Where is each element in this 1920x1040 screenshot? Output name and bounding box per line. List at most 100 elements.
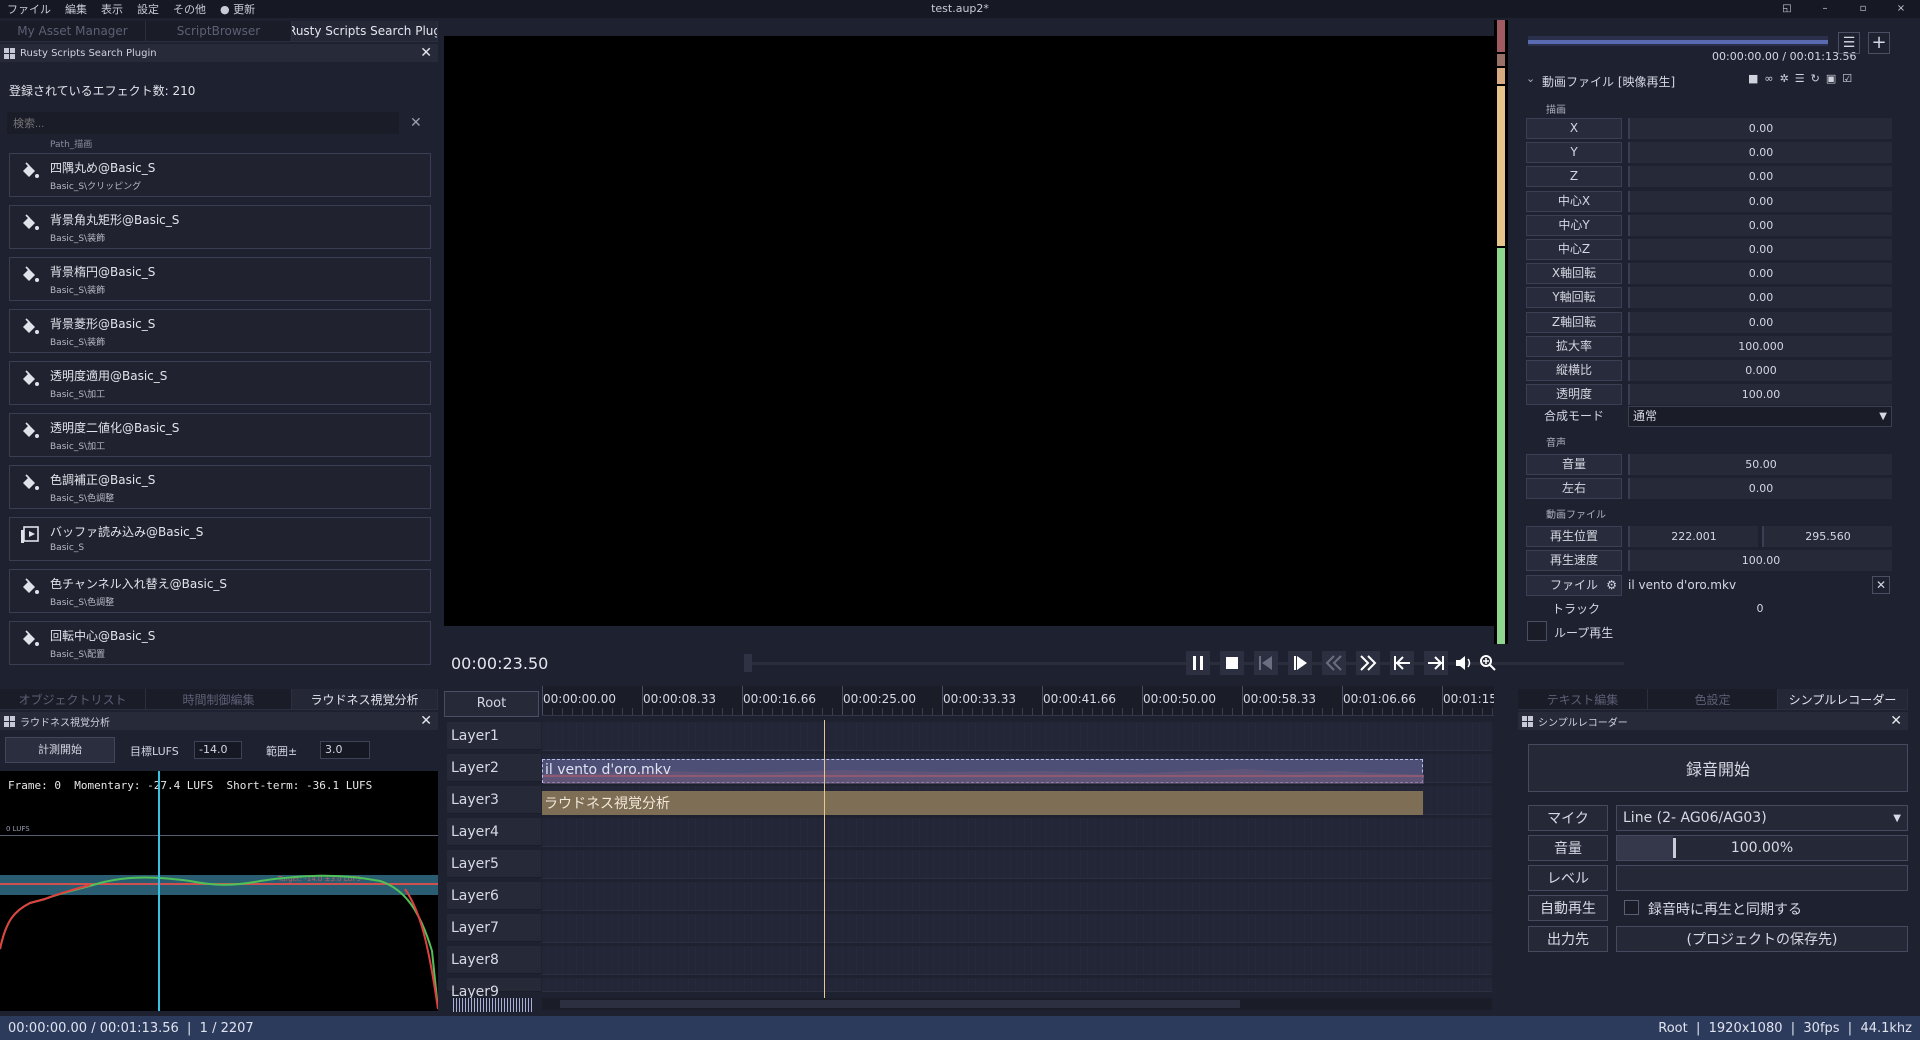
effect-item[interactable]: 透明度適用@Basic_S Basic_S\加工 xyxy=(9,361,431,405)
effect-item[interactable]: 四隅丸め@Basic_S Basic_S\クリッピング xyxy=(9,153,431,197)
link-icon[interactable]: ∞ xyxy=(1764,72,1773,85)
checkbox-icon[interactable]: ☑ xyxy=(1842,72,1852,85)
prop-value[interactable]: 0.00 xyxy=(1628,118,1892,139)
next-frame-icon[interactable] xyxy=(1288,651,1312,675)
prop-value[interactable]: 0.000 xyxy=(1628,360,1892,381)
time-ruler[interactable]: 00:00:00.00 00:00:08.33 00:00:16.66 00:00:2… xyxy=(542,686,1494,716)
close-icon[interactable]: ✕ xyxy=(1890,712,1902,730)
menu-settings[interactable]: 設定 xyxy=(130,1,166,17)
play-position-end[interactable]: 295.560 xyxy=(1762,526,1892,547)
volume-handle[interactable] xyxy=(1673,838,1676,858)
layer-track[interactable] xyxy=(542,914,1492,943)
prop-value[interactable]: 0.00 xyxy=(1628,263,1892,285)
layer-header[interactable]: Layer1 xyxy=(447,722,541,750)
root-button[interactable]: Root xyxy=(444,691,539,717)
tab-loudness[interactable]: ラウドネス視覚分析 xyxy=(292,689,438,709)
layer-track[interactable] xyxy=(542,978,1492,992)
close-icon[interactable]: ✕ xyxy=(420,44,432,62)
layer-track[interactable] xyxy=(542,850,1492,879)
prop-value[interactable]: 50.00 xyxy=(1628,454,1892,475)
mic-select[interactable]: Line (2- AG06/AG03) ▼ xyxy=(1616,805,1908,831)
effect-item[interactable]: 背景角丸矩形@Basic_S Basic_S\装飾 xyxy=(9,205,431,249)
loop-checkbox[interactable] xyxy=(1527,621,1547,641)
effect-item[interactable]: 色調補正@Basic_S Basic_S\色調整 xyxy=(9,465,431,509)
tab-rusty-scripts[interactable]: Rusty Scripts Search Plug xyxy=(292,21,438,41)
add-icon[interactable]: + xyxy=(1868,32,1890,54)
layout-icon[interactable]: ◱ xyxy=(1768,0,1806,18)
layer-header[interactable]: Layer9 xyxy=(447,978,541,1000)
camera-icon[interactable]: ■ xyxy=(1748,72,1758,85)
prop-value[interactable]: 0.00 xyxy=(1628,142,1892,164)
layer-header[interactable]: Layer7 xyxy=(447,914,541,942)
minimize-icon[interactable]: – xyxy=(1806,0,1844,18)
prop-value[interactable]: 0.00 xyxy=(1628,190,1892,212)
target-lufs-input[interactable]: -14.0 xyxy=(194,741,242,759)
layer-header[interactable]: Layer5 xyxy=(447,850,541,878)
tab-text-edit[interactable]: テキスト編集 xyxy=(1518,689,1648,709)
effect-item[interactable]: バッファ読み込み@Basic_S Basic_S xyxy=(9,517,431,561)
layer-header[interactable]: Layer6 xyxy=(447,882,541,910)
prop-value[interactable]: 0.00 xyxy=(1628,311,1892,333)
tab-asset-manager[interactable]: My Asset Manager xyxy=(0,21,146,41)
range-input[interactable]: 3.0 xyxy=(320,741,370,759)
layer-track[interactable] xyxy=(542,818,1492,847)
clear-file-icon[interactable]: ✕ xyxy=(1872,576,1890,594)
file-value[interactable]: il vento d'oro.mkv xyxy=(1628,575,1868,596)
clear-search-icon[interactable]: ✕ xyxy=(410,112,422,134)
record-start-button[interactable]: 録音開始 xyxy=(1528,744,1908,792)
close-window-icon[interactable]: × xyxy=(1882,0,1920,18)
menu-edit[interactable]: 編集 xyxy=(58,1,94,17)
effect-item[interactable]: 背景楕円@Basic_S Basic_S\装飾 xyxy=(9,257,431,301)
close-icon[interactable]: ✕ xyxy=(420,712,432,730)
zoom-slider[interactable] xyxy=(453,998,533,1012)
menu-file[interactable]: ファイル xyxy=(0,1,58,17)
effect-item[interactable]: 回転中心@Basic_S Basic_S\配置 xyxy=(9,621,431,665)
fast-forward-icon[interactable] xyxy=(1356,651,1380,675)
collapse-chevron-icon[interactable]: ⌄ xyxy=(1526,72,1535,85)
pause-icon[interactable] xyxy=(1186,651,1210,675)
list-icon[interactable]: ☰ xyxy=(1838,32,1860,54)
menu-view[interactable]: 表示 xyxy=(94,1,130,17)
lock-icon[interactable]: ▣ xyxy=(1826,72,1836,85)
prop-value[interactable]: 0.00 xyxy=(1628,214,1892,236)
auto-play-checkbox[interactable] xyxy=(1624,900,1639,915)
volume-slider[interactable]: 100.00% xyxy=(1616,835,1908,861)
output-button[interactable]: (プロジェクトの保存先) xyxy=(1616,926,1908,952)
prop-value[interactable]: 0.00 xyxy=(1628,287,1892,309)
layer-header[interactable]: Layer4 xyxy=(447,818,541,846)
timeline-scrollbar[interactable] xyxy=(542,998,1492,1010)
effect-item[interactable]: 透明度二値化@Basic_S Basic_S\加工 xyxy=(9,413,431,457)
tab-object-list[interactable]: オブジェクトリスト xyxy=(0,689,146,709)
maximize-icon[interactable]: ▫ xyxy=(1844,0,1882,18)
menu-update[interactable]: ● 更新 xyxy=(213,1,262,17)
seek-handle[interactable] xyxy=(744,654,752,672)
rewind-icon[interactable] xyxy=(1322,651,1346,675)
layer-track[interactable] xyxy=(542,946,1492,975)
skip-end-icon[interactable] xyxy=(1424,651,1448,675)
menu-other[interactable]: その他 xyxy=(166,1,213,17)
clip-video[interactable]: il vento d'oro.mkv xyxy=(542,759,1424,784)
layer-header[interactable]: Layer2 xyxy=(447,754,541,782)
prop-value[interactable]: 100.000 xyxy=(1628,335,1892,357)
object-time-slider[interactable] xyxy=(1528,36,1828,46)
layer-track[interactable] xyxy=(542,882,1492,911)
measure-start-button[interactable]: 計測開始 xyxy=(5,737,115,763)
refresh-icon[interactable]: ↻ xyxy=(1811,72,1820,85)
prop-value[interactable]: 0.00 xyxy=(1628,166,1892,188)
prev-frame-icon[interactable] xyxy=(1254,651,1278,675)
blend-mode-select[interactable]: 通常 ▼ xyxy=(1628,406,1892,427)
volume-icon[interactable] xyxy=(1456,656,1471,670)
playhead[interactable] xyxy=(824,720,825,1000)
gear-icon[interactable]: ⚙ xyxy=(1606,576,1617,595)
layer-header[interactable]: Layer8 xyxy=(447,946,541,974)
prop-value[interactable]: 100.00 xyxy=(1628,384,1892,406)
prop-value[interactable]: 0.00 xyxy=(1628,239,1892,260)
effect-item[interactable]: 背景菱形@Basic_S Basic_S\装飾 xyxy=(9,309,431,353)
clip-loudness[interactable]: ラウドネス視覚分析 xyxy=(542,791,1423,815)
effect-icon[interactable]: ✲ xyxy=(1780,72,1789,85)
tab-simple-recorder[interactable]: シンプルレコーダー xyxy=(1778,689,1908,709)
list-small-icon[interactable]: ☰ xyxy=(1795,72,1805,85)
skip-start-icon[interactable] xyxy=(1390,651,1414,675)
play-position-start[interactable]: 222.001 xyxy=(1628,526,1758,547)
search-input[interactable] xyxy=(7,113,399,135)
